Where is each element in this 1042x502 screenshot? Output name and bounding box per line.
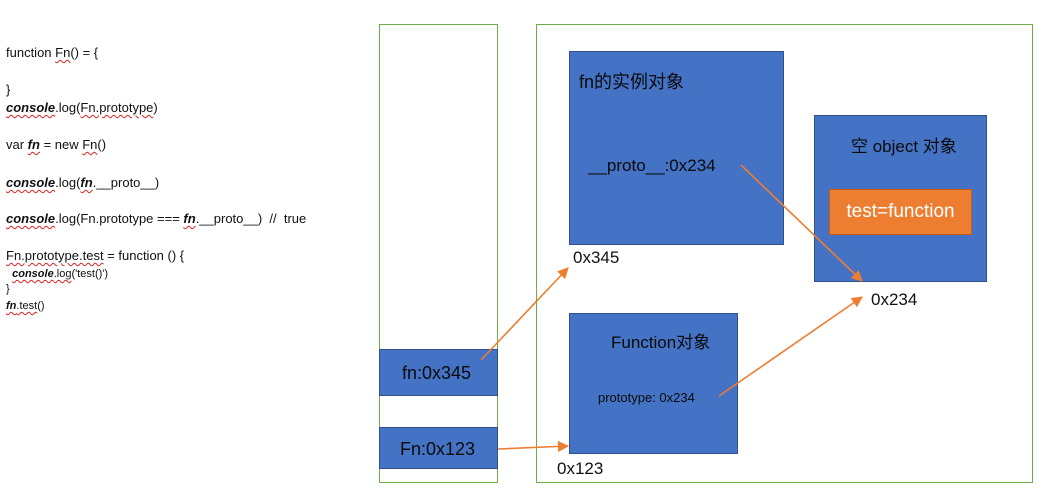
arrow-proto-to-empty-object — [740, 164, 863, 282]
arrow-prototype-to-empty-object — [718, 296, 863, 397]
reference-arrows — [480, 164, 863, 453]
arrow-Fn-to-function-object — [497, 440, 570, 453]
arrow-fn-to-instance — [480, 267, 569, 361]
